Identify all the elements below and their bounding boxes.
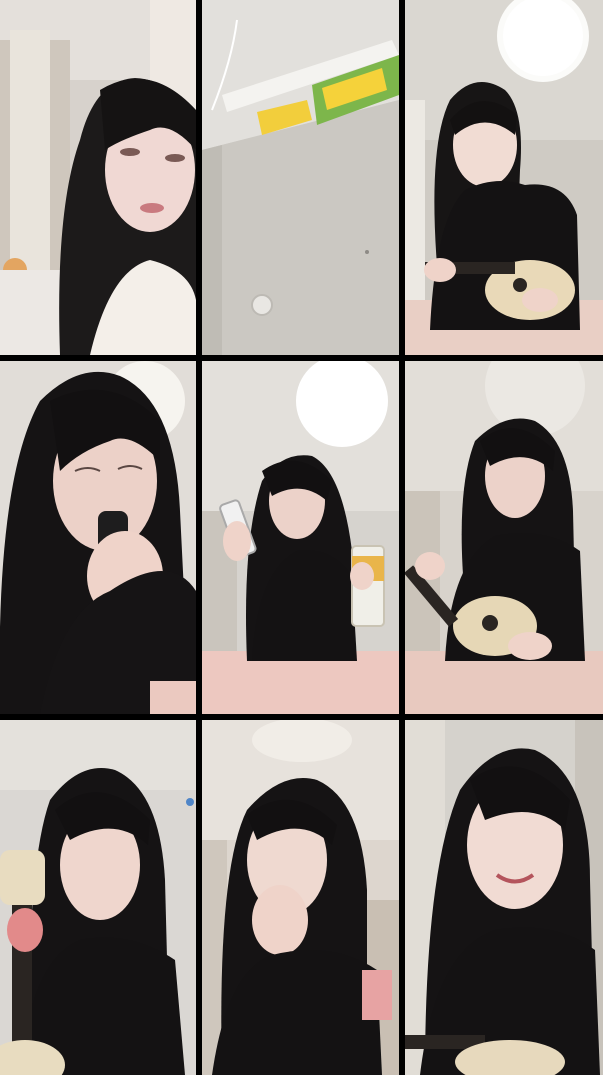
tile-6-frame bbox=[405, 361, 603, 714]
tile-3-frame bbox=[405, 0, 603, 355]
tile-1-frame bbox=[0, 0, 196, 355]
video-tile-2[interactable] bbox=[202, 0, 399, 355]
video-tile-5[interactable] bbox=[202, 361, 399, 714]
tile-5-frame bbox=[202, 361, 399, 714]
video-tile-7[interactable] bbox=[0, 720, 196, 1075]
tile-2-frame bbox=[202, 0, 399, 355]
video-tile-6[interactable] bbox=[405, 361, 603, 714]
tile-8-frame bbox=[202, 720, 399, 1075]
video-tile-9[interactable] bbox=[405, 720, 603, 1075]
video-tile-1[interactable] bbox=[0, 0, 196, 355]
video-grid bbox=[0, 0, 603, 1075]
tile-7-frame bbox=[0, 720, 196, 1075]
video-tile-8[interactable] bbox=[202, 720, 399, 1075]
video-tile-3[interactable] bbox=[405, 0, 603, 355]
tile-9-frame bbox=[405, 720, 603, 1075]
video-tile-4[interactable] bbox=[0, 361, 196, 714]
tile-4-frame bbox=[0, 361, 196, 714]
